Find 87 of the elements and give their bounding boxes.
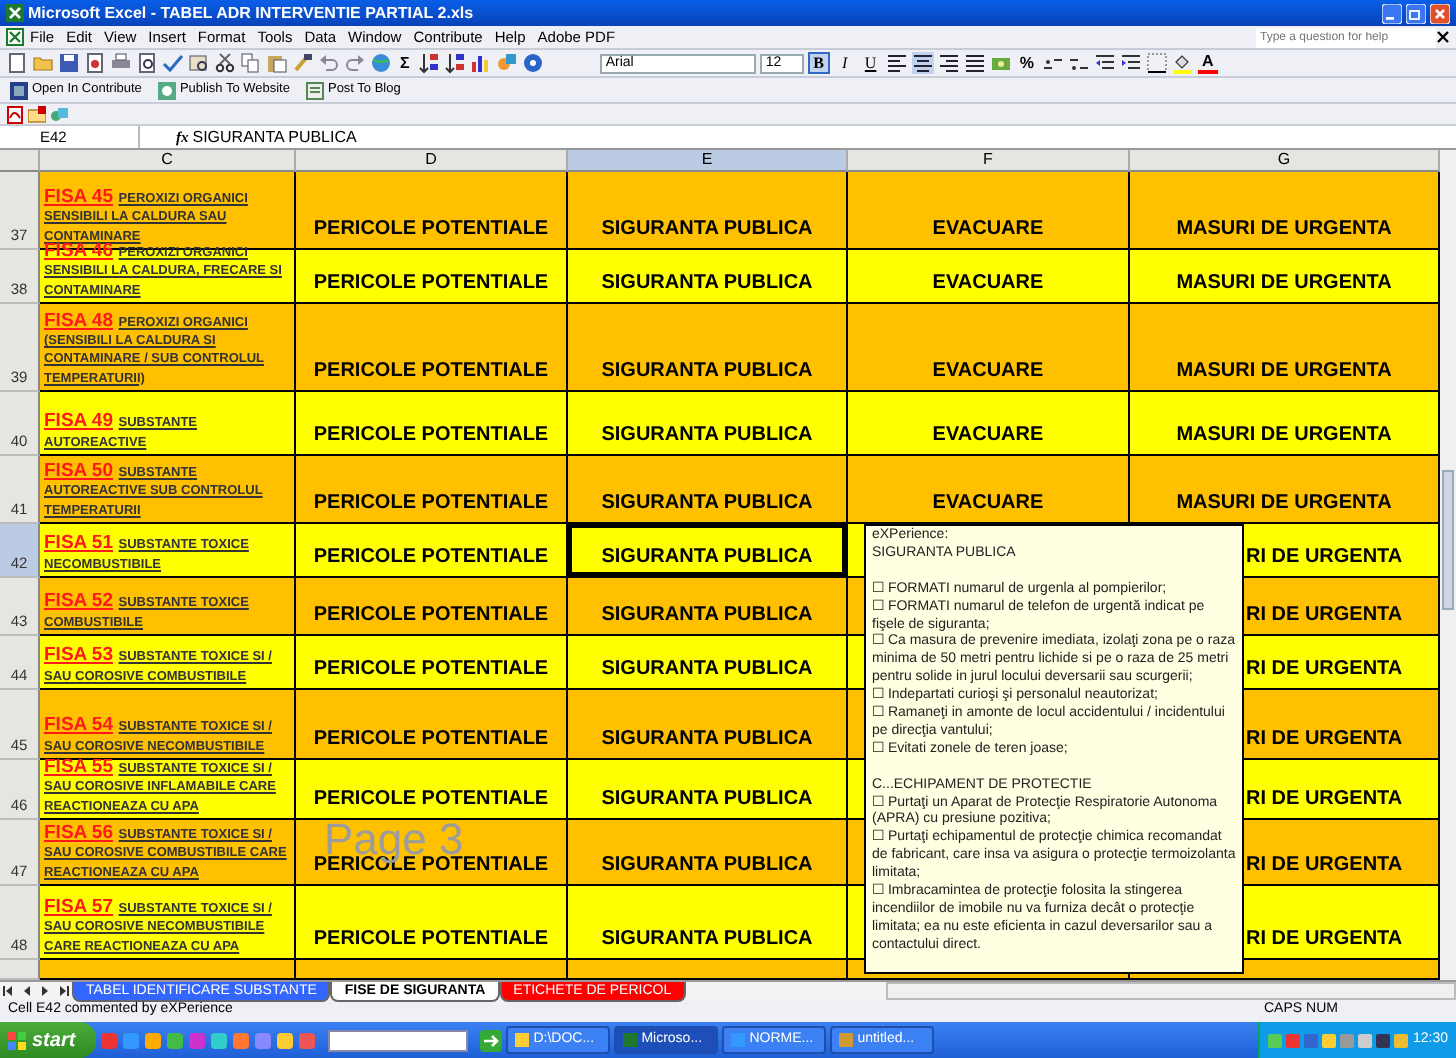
paste-icon[interactable] [266,52,288,74]
redo-icon[interactable] [344,52,366,74]
sort-descending-icon[interactable] [443,52,466,74]
table-cell: MASURI DE URGENTA [1130,250,1440,304]
window-icon [513,1032,530,1048]
percent-button[interactable]: % [1015,51,1038,75]
restore-icon[interactable] [1406,3,1426,23]
last-sheet-icon[interactable] [54,982,72,1000]
borders-icon[interactable] [1145,52,1168,74]
brush-icon[interactable] [292,52,314,74]
table-cell: EVACUARE [848,304,1130,392]
go-arrow-icon[interactable] [479,1029,502,1051]
table-cell: EVACUARE [848,172,1130,250]
new-document-icon[interactable] [6,52,28,74]
font-color-button[interactable]: A [1197,52,1218,74]
merge-cells-icon[interactable] [963,52,986,74]
column-header[interactable]: D [296,150,568,172]
horizontal-scrollbar[interactable] [886,982,1456,1000]
table-cell: PERICOLE POTENTIALE [296,886,568,960]
excel-document-icon[interactable] [6,28,24,46]
window-icon [837,1032,854,1048]
table-cell: SIGURANTA PUBLICA [568,250,848,304]
globe-icon[interactable] [370,52,392,74]
select-all-corner[interactable] [0,150,40,172]
table-cell: SIGURANTA PUBLICA [568,760,848,820]
fill-color-icon[interactable] [1171,52,1194,74]
table-cell: SIGURANTA PUBLICA [568,392,848,456]
table-cell: PERICOLE POTENTIALE [296,250,568,304]
spelling-icon[interactable] [162,52,184,74]
search-box[interactable] [327,1029,468,1051]
outdent-icon[interactable] [1093,52,1116,74]
table-cell: SIGURANTA PUBLICA [568,524,848,578]
table-cell: EVACUARE [848,250,1130,304]
table-cell: SIGURANTA PUBLICA [568,886,848,960]
bold-button[interactable]: B [807,52,830,74]
table-cell: SIGURANTA PUBLICA [568,304,848,392]
table-cell: SIGURANTA PUBLICA [568,578,848,636]
window-icon [621,1032,638,1048]
table-cell: MASURI DE URGENTA [1130,392,1440,456]
print-preview-icon[interactable] [136,52,158,74]
minimize-icon[interactable] [1382,3,1402,23]
table-cell: EVACUARE [848,392,1130,456]
table-cell: PERICOLE POTENTIALE [296,304,568,392]
table-cell: MASURI DE URGENTA [1130,456,1440,524]
align-center-icon[interactable] [911,52,934,74]
table-cell: SIGURANTA PUBLICA [568,456,848,524]
indent-icon[interactable] [1119,52,1142,74]
table-cell: MASURI DE URGENTA [1130,172,1440,250]
align-left-icon[interactable] [885,52,908,74]
close-icon[interactable] [1436,30,1450,44]
table-cell: PERICOLE POTENTIALE [296,636,568,690]
formula-field[interactable]: SIGURANTA PUBLICA [192,125,357,149]
table-cell: PERICOLE POTENTIALE [296,690,568,760]
vertical-scrollbar[interactable] [1440,150,1456,980]
sort-ascending-icon[interactable] [417,52,440,74]
copy-icon[interactable] [240,52,262,74]
column-header[interactable]: G [1130,150,1440,172]
windows-flag-icon [8,1031,26,1049]
table-cell: MASURI DE URGENTA [1130,304,1440,392]
window-title: Microsoft Excel - TABEL ADR INTERVENTIE PARTIAL 2.xls [28,1,474,25]
column-header[interactable]: E [568,150,848,172]
table-cell: PERICOLE POTENTIALE [296,578,568,636]
table-cell: SIGURANTA PUBLICA [568,690,848,760]
table-cell: PERICOLE POTENTIALE [296,392,568,456]
table-cell: SIGURANTA PUBLICA [568,636,848,690]
printer-icon[interactable] [110,52,132,74]
column-header[interactable]: C [40,150,296,172]
table-cell: SIGURANTA PUBLICA [568,820,848,886]
underline-button[interactable]: U [859,52,882,74]
table-cell: PERICOLE POTENTIALE [296,172,568,250]
autosum-button[interactable]: Σ [396,51,414,75]
chart-icon[interactable] [469,52,492,74]
excel-logo-icon [6,4,24,22]
save-icon[interactable] [58,52,80,74]
table-cell: PERICOLE POTENTIALE [296,456,568,524]
italic-button[interactable]: I [833,52,856,74]
pdf-icon[interactable] [6,105,24,123]
start-button[interactable]: start [0,1022,96,1058]
first-sheet-icon[interactable] [0,982,18,1000]
window-icon [729,1032,746,1048]
column-header[interactable]: F [848,150,1130,172]
table-cell: EVACUARE [848,456,1130,524]
align-right-icon[interactable] [937,52,960,74]
table-cell: SIGURANTA PUBLICA [568,172,848,250]
table-cell: PERICOLE POTENTIALE [296,524,568,578]
scissors-icon[interactable] [214,52,236,74]
table-cell: PERICOLE POTENTIALE [296,760,568,820]
